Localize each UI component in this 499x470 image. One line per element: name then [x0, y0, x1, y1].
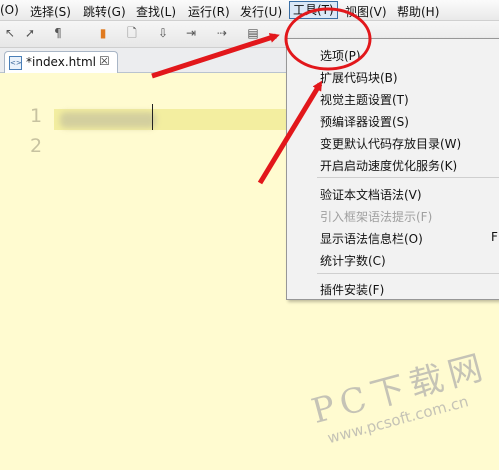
menu-item-goto[interactable]: 跳转(G) — [83, 3, 126, 20]
bookmark-icon[interactable]: ▮ — [95, 25, 111, 41]
menu-separator — [317, 273, 499, 274]
tools-dropdown-menu: 选项(P) 扩展代码块(B) 视觉主题设置(T) 预编译器设置(S) 变更默认代… — [286, 38, 499, 300]
menu-bar: (O) 选择(S) 跳转(G) 查找(L) 运行(R) 发行(U) 工具(T) … — [0, 0, 499, 21]
file-tab-index[interactable]: <> *index.html ☒ — [4, 51, 118, 73]
menu-item-tools[interactable]: 工具(T) — [289, 1, 338, 19]
menu-option-word-count[interactable]: 统计字数(C) — [320, 252, 386, 269]
save-icon[interactable]: ⇩ — [155, 25, 171, 41]
menu-option-install-plugins[interactable]: 插件安装(F) — [320, 281, 384, 298]
text-caret — [152, 104, 153, 130]
html-file-icon: <> — [9, 56, 22, 70]
menu-option-syntax-info-bar[interactable]: 显示语法信息栏(O) — [320, 230, 423, 247]
menu-option-validate-syntax[interactable]: 验证本文档语法(V) — [320, 186, 422, 203]
menu-option-visual-theme[interactable]: 视觉主题设置(T) — [320, 91, 409, 108]
line-number: 1 — [30, 105, 43, 127]
new-file-icon[interactable]: 🗋 — [124, 25, 140, 41]
menu-separator — [317, 177, 499, 178]
line-number: 2 — [30, 135, 43, 157]
menu-shortcut: F — [491, 230, 498, 244]
menu-item-publish[interactable]: 发行(U) — [240, 3, 282, 20]
menu-option-extend-code-block[interactable]: 扩展代码块(B) — [320, 69, 398, 86]
menu-item-help[interactable]: 帮助(H) — [397, 3, 439, 20]
format-icon[interactable]: ¶ — [50, 25, 66, 41]
menu-option-change-code-dir[interactable]: 变更默认代码存放目录(W) — [320, 135, 461, 152]
forward-icon[interactable]: ➚ — [22, 25, 38, 41]
menu-item-select[interactable]: 选择(S) — [30, 3, 71, 20]
menu-item-partial[interactable]: (O) — [0, 3, 19, 17]
back-icon[interactable]: ↖ — [2, 25, 18, 41]
menu-item-find[interactable]: 查找(L) — [136, 3, 176, 20]
close-icon[interactable]: ☒ — [99, 54, 110, 68]
menu-option-startup-optimize[interactable]: 开启启动速度优化服务(K) — [320, 157, 457, 174]
file-tab-label: *index.html — [26, 55, 96, 69]
step-icon[interactable]: ⇢ — [214, 25, 230, 41]
run-icon[interactable]: ⇥ — [183, 25, 199, 41]
preview-icon[interactable]: ▤ — [245, 25, 261, 41]
blurred-code — [60, 112, 156, 128]
menu-item-view[interactable]: 视图(V) — [345, 3, 387, 20]
menu-option-framework-hints: 引入框架语法提示(F) — [320, 210, 433, 224]
menu-item-run[interactable]: 运行(R) — [188, 3, 230, 20]
menu-option-precompiler[interactable]: 预编译器设置(S) — [320, 113, 409, 130]
menu-option-options[interactable]: 选项(P) — [320, 47, 361, 64]
